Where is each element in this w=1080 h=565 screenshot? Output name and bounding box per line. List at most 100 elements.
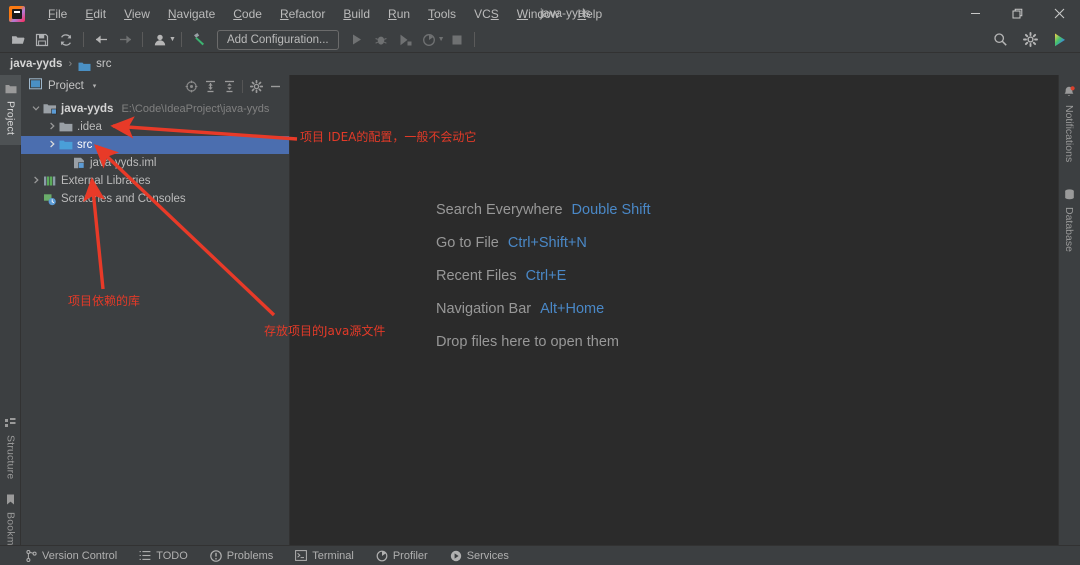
window-controls (954, 0, 1080, 27)
save-icon[interactable] (30, 29, 54, 51)
tree-row[interactable]: java-yyds.iml (21, 154, 289, 172)
tree-label: java-yyds (61, 103, 114, 115)
chevron-right-icon[interactable] (45, 122, 58, 132)
run-play-icon[interactable] (345, 29, 369, 51)
menu-item-build[interactable]: Build (334, 3, 379, 25)
sidebar-item-structure[interactable]: Structure (0, 410, 21, 488)
tree-label: Scratches and Consoles (61, 193, 186, 205)
bookmark-icon (6, 494, 15, 508)
tree-label: src (77, 139, 93, 151)
gear-settings-icon[interactable] (1018, 29, 1042, 51)
project-panel-header: Project ▾ (21, 75, 289, 97)
minimize-button[interactable] (954, 0, 996, 27)
breadcrumb-current[interactable]: src (96, 58, 111, 70)
tree-row[interactable]: java-yyds E:\Code\IdeaProject\java-yyds (21, 100, 289, 118)
menu-item-tools[interactable]: Tools (419, 3, 465, 25)
status-item-problems[interactable]: Problems (209, 550, 273, 562)
tree-row[interactable]: .idea (21, 118, 289, 136)
window-title: java-yyds (540, 6, 591, 20)
navigation-breadcrumb: java-yyds › src (0, 53, 1080, 75)
menu-item-file[interactable]: File (39, 3, 76, 25)
editor-empty-area: Search Everywhere Double Shift Go to Fil… (290, 75, 1058, 545)
intellij-idea-logo-icon (9, 5, 25, 22)
status-item-version-control[interactable]: Version Control (26, 549, 118, 562)
hint-shortcut: Alt+Home (540, 301, 605, 317)
maximize-restore-button[interactable] (996, 0, 1038, 27)
chevron-right-icon[interactable] (45, 140, 58, 150)
status-label: Terminal (312, 549, 354, 562)
tree-row[interactable]: External Libraries (21, 172, 289, 190)
add-configuration-button[interactable]: Add Configuration... (216, 29, 339, 50)
breadcrumb-separator: › (68, 58, 73, 70)
chevron-down-icon[interactable] (29, 104, 42, 114)
chevron-down-icon[interactable]: ▾ (93, 82, 97, 90)
menu-item-navigate[interactable]: Navigate (159, 3, 224, 25)
database-icon (1064, 188, 1075, 203)
open-folder-icon[interactable] (6, 29, 30, 51)
hint-row: Drop files here to open them (436, 334, 651, 350)
stop-square-icon[interactable] (445, 29, 469, 51)
project-tool-window: Project ▾ java-yyds E:\Code\IdeaProject\… (21, 75, 290, 545)
hint-shortcut: Ctrl+Shift+N (507, 235, 587, 251)
collapse-all-icon[interactable] (220, 77, 238, 95)
status-label: TODO (156, 549, 188, 562)
iml-module-file-icon (71, 157, 87, 169)
sidebar-item-database-label: Database (1063, 206, 1075, 252)
profile-dropdown-caret-icon[interactable]: ▼ (169, 36, 176, 43)
run-with-coverage-icon[interactable] (393, 29, 417, 51)
annotation-idea-config: 项目 IDEA的配置，一般不会动它 (300, 130, 477, 144)
menu-item-view[interactable]: View (115, 3, 159, 25)
sidebar-item-notifications[interactable]: Notifications (1058, 77, 1080, 171)
status-item-todo[interactable]: TODO (139, 550, 188, 562)
arrow-left-icon[interactable] (89, 29, 113, 51)
hammer-build-icon[interactable] (187, 29, 211, 51)
profiler-icon (376, 550, 388, 562)
hint-label: Search Everywhere (436, 202, 563, 218)
breadcrumb-project[interactable]: java-yyds (10, 58, 62, 70)
scroll-from-source-icon[interactable] (182, 77, 200, 95)
sync-refresh-icon[interactable] (54, 29, 78, 51)
tree-row[interactable]: src (21, 136, 289, 154)
todo-list-icon (139, 550, 151, 561)
project-panel-icon (5, 84, 17, 97)
menu-item-refactor[interactable]: Refactor (271, 3, 334, 25)
menu-item-edit[interactable]: Edit (76, 3, 115, 25)
menu-item-code[interactable]: Code (224, 3, 271, 25)
folder-icon (78, 59, 91, 71)
left-tool-stripe: Project Structure Bookmarks (0, 75, 21, 565)
hint-label: Go to File (436, 235, 499, 251)
gear-settings-icon[interactable] (247, 77, 265, 95)
menu-item-run[interactable]: Run (379, 3, 419, 25)
profiler-dropdown-caret-icon[interactable]: ▼ (438, 36, 445, 43)
hint-row: Recent Files Ctrl+E (436, 268, 651, 284)
intellij-idea-window: File Edit View Navigate Code Refactor Bu… (0, 0, 1080, 565)
debug-bug-icon[interactable] (369, 29, 393, 51)
sidebar-item-database[interactable]: Database (1058, 181, 1080, 259)
status-item-profiler[interactable]: Profiler (376, 550, 428, 562)
hide-panel-icon[interactable] (266, 77, 284, 95)
right-tool-stripe: Notifications Database (1058, 75, 1080, 545)
status-item-terminal[interactable]: Terminal (295, 550, 354, 562)
status-item-services[interactable]: Services (450, 550, 509, 562)
sidebar-item-notifications-label: Notifications (1063, 104, 1075, 163)
close-button[interactable] (1038, 0, 1080, 27)
menu-bar: File Edit View Navigate Code Refactor Bu… (39, 3, 611, 25)
tree-path: E:\Code\IdeaProject\java-yyds (121, 103, 270, 115)
bell-notification-icon (1063, 86, 1075, 101)
tree-label: External Libraries (61, 175, 151, 187)
chevron-right-icon[interactable] (29, 176, 42, 186)
status-label: Version Control (42, 549, 118, 562)
hint-row: Search Everywhere Double Shift (436, 202, 651, 218)
services-icon (450, 550, 462, 562)
search-icon[interactable] (988, 29, 1012, 51)
tree-row[interactable]: Scratches and Consoles (21, 190, 289, 208)
menu-item-vcs[interactable]: VCS (465, 3, 508, 25)
external-libraries-icon (42, 175, 58, 187)
source-folder-icon (58, 139, 74, 151)
expand-all-icon[interactable] (201, 77, 219, 95)
version-control-branch-icon (26, 549, 37, 562)
sidebar-item-project[interactable]: Project (0, 75, 21, 145)
ide-services-icon[interactable] (1048, 29, 1072, 51)
arrow-right-icon[interactable] (113, 29, 137, 51)
annotation-src-sources: 存放项目的Java源文件 (264, 324, 386, 338)
